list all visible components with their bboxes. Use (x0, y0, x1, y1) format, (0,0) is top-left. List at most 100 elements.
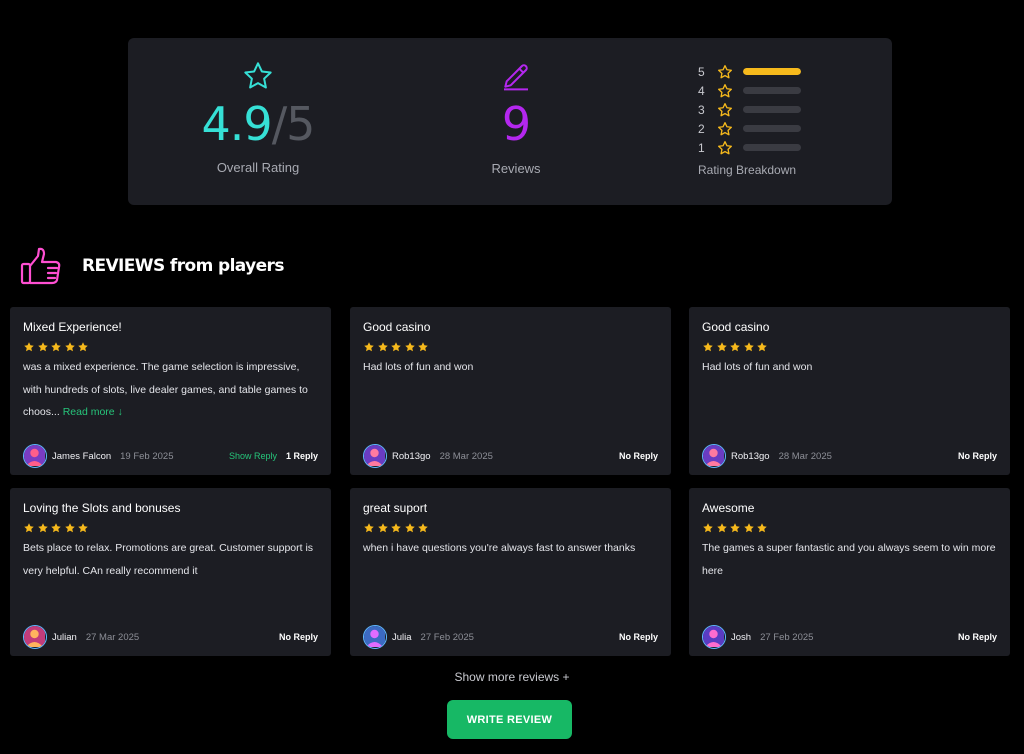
review-date: 27 Feb 2025 (420, 631, 474, 643)
reviews-count-stat: 9 Reviews (456, 60, 576, 176)
thumbs-up-icon (20, 247, 61, 285)
review-author[interactable]: Rob13go (392, 451, 431, 462)
star-filled-icon (37, 523, 48, 533)
review-author[interactable]: Rob13go (731, 451, 770, 462)
review-footer: Rob13go 28 Mar 2025 No Reply (702, 444, 997, 468)
review-body: Had lots of fun and won (363, 356, 658, 379)
star-filled-icon (730, 342, 740, 352)
review-title: great suport (363, 501, 428, 515)
show-more-reviews-link[interactable]: Show more reviews + (0, 670, 1024, 684)
star-filled-icon (364, 342, 374, 352)
reply-status: No Reply (278, 632, 318, 642)
pencil-icon (504, 64, 528, 91)
avatar (702, 444, 726, 468)
breakdown-stars-label: 1 (698, 140, 705, 155)
reviews-label: Reviews (491, 161, 541, 176)
review-rating (363, 341, 658, 353)
breakdown-bar (743, 125, 801, 132)
review-author[interactable]: James Falcon (52, 451, 111, 462)
breakdown-row: 1 (698, 138, 818, 157)
review-body: The games a super fantastic and you alwa… (702, 537, 997, 582)
star-outline-icon (718, 83, 732, 97)
review-text: The games a super fantastic and you alwa… (702, 542, 996, 577)
rating-breakdown: 5 4 3 2 1 Rating Breakdown (698, 62, 818, 177)
review-footer: Julian 27 Mar 2025 No Reply (23, 625, 318, 649)
avatar (363, 444, 387, 468)
breakdown-bar (743, 144, 801, 151)
star-outline-icon (718, 64, 732, 78)
review-date: 28 Mar 2025 (778, 450, 832, 462)
breakdown-stars-label: 5 (698, 64, 705, 79)
overall-score: 4.9 (201, 97, 273, 151)
read-more-link[interactable]: Read more ↓ (63, 406, 123, 418)
review-title: Awesome (702, 501, 755, 515)
star-filled-icon (391, 342, 401, 352)
reply-status: No Reply (957, 451, 997, 461)
review-footer: Josh 27 Feb 2025 No Reply (702, 625, 997, 649)
star-filled-icon (64, 523, 75, 533)
avatar (702, 625, 726, 649)
review-author[interactable]: Julia (392, 632, 412, 643)
overall-rating: 4.9/5 Overall Rating (198, 60, 318, 175)
star-filled-icon (51, 342, 61, 352)
rating-summary-panel: 4.9/5 Overall Rating 9 Reviews 5 4 3 2 1 Rat… (128, 38, 892, 205)
breakdown-bar (743, 68, 801, 75)
reply-status: No Reply (618, 451, 658, 461)
star-filled-icon (404, 342, 415, 352)
review-text: when i have questions you're always fast… (363, 542, 636, 554)
star-filled-icon (24, 342, 34, 352)
review-card: great suport when i have questions you're… (350, 488, 671, 656)
review-body: Bets place to relax. Promotions are grea… (23, 537, 318, 582)
star-filled-icon (716, 342, 727, 352)
breakdown-stars-label: 3 (698, 102, 705, 117)
star-filled-icon (418, 523, 428, 533)
star-filled-icon (418, 342, 428, 352)
review-text: Had lots of fun and won (363, 361, 474, 373)
avatar (23, 625, 47, 649)
review-footer: Rob13go 28 Mar 2025 No Reply (363, 444, 658, 468)
review-card: Awesome The games a super fantastic and y… (689, 488, 1010, 656)
section-title: REVIEWS from players (82, 256, 284, 276)
reply-status: No Reply (957, 632, 997, 642)
review-title: Loving the Slots and bonuses (23, 501, 181, 515)
star-filled-icon (51, 523, 61, 533)
review-rating (23, 341, 318, 353)
breakdown-bar (743, 87, 801, 94)
star-outline-icon (718, 102, 732, 116)
review-body: Had lots of fun and won (702, 356, 997, 379)
review-title: Good casino (702, 320, 770, 334)
review-author[interactable]: Josh (731, 632, 751, 643)
review-rating (23, 522, 318, 534)
reply-status: No Reply (618, 632, 658, 642)
star-filled-icon (377, 342, 388, 352)
star-outline-icon (244, 62, 272, 89)
avatar (363, 625, 387, 649)
review-body: was a mixed experience. The game selecti… (23, 356, 318, 424)
review-rating (702, 522, 997, 534)
star-filled-icon (377, 523, 388, 533)
review-date: 28 Mar 2025 (439, 450, 493, 462)
review-date: 27 Mar 2025 (85, 631, 140, 643)
breakdown-bar-fill (743, 68, 801, 75)
overall-label: Overall Rating (216, 160, 300, 175)
show-reply-link[interactable]: Show Reply (229, 451, 277, 461)
breakdown-stars-label: 2 (698, 121, 705, 136)
overall-max: /5 (271, 97, 316, 151)
review-date: 19 Feb 2025 (120, 450, 174, 462)
write-review-button[interactable]: WRITE REVIEW (447, 700, 572, 739)
breakdown-stars-label: 4 (698, 83, 705, 98)
review-card: Loving the Slots and bonuses Bets place t… (10, 488, 331, 656)
review-card: Good casino Had lots of fun and won Rob13g… (350, 307, 671, 475)
review-title: Good casino (363, 320, 431, 334)
breakdown-row: 3 (698, 100, 818, 119)
breakdown-row: 4 (698, 81, 818, 100)
reviews-count: 9 (501, 97, 531, 151)
star-filled-icon (37, 342, 48, 352)
star-filled-icon (78, 523, 88, 533)
breakdown-row: 2 (698, 119, 818, 138)
review-author[interactable]: Julian (52, 632, 77, 643)
breakdown-label: Rating Breakdown (698, 163, 797, 177)
review-text: Had lots of fun and won (702, 361, 813, 373)
star-filled-icon (404, 523, 415, 533)
star-filled-icon (730, 523, 740, 533)
